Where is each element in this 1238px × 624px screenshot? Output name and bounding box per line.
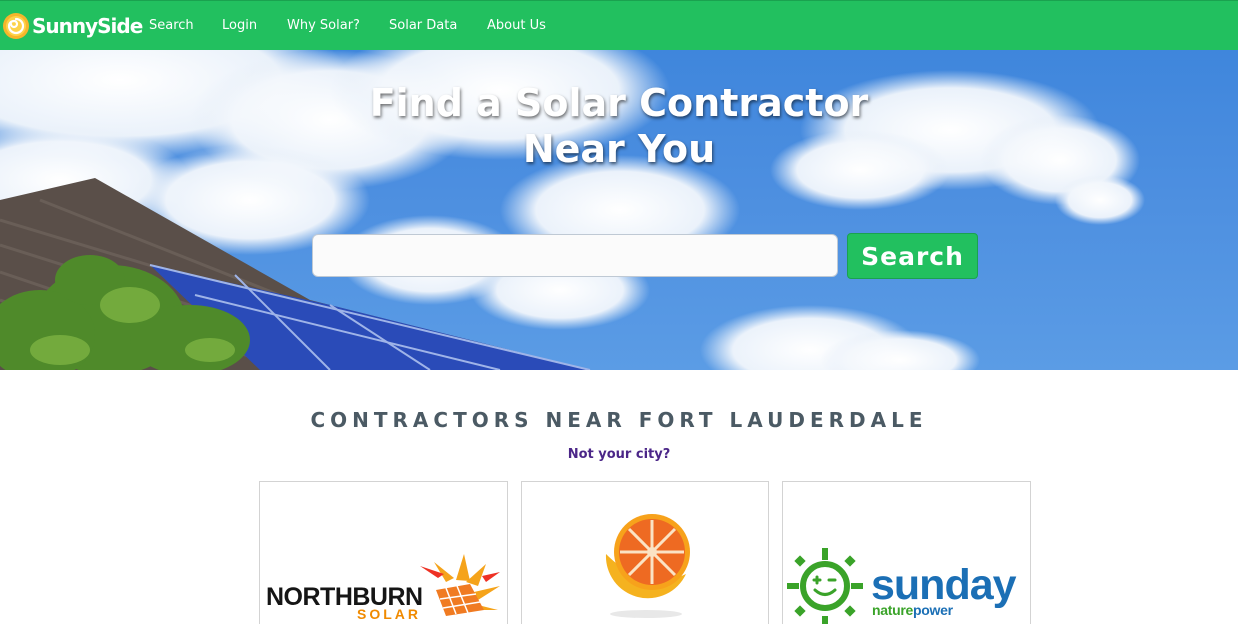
- nav-solar-data[interactable]: Solar Data: [389, 18, 457, 33]
- contractor-card-orange[interactable]: [521, 481, 769, 624]
- hero-title-line1: Find a Solar Contractor: [369, 81, 869, 125]
- sunday-tagline-nature: nature: [872, 602, 913, 618]
- contractor-card-northburn[interactable]: NORTHBURN SOLAR: [259, 481, 508, 624]
- contractors-heading: CONTRACTORS NEAR FORT LAUDERDALE: [310, 408, 928, 432]
- nav-search[interactable]: Search: [149, 18, 194, 33]
- brand-logo[interactable]: SunnySide: [2, 10, 143, 42]
- hero-title-line2: Near You: [522, 127, 716, 171]
- sunday-tagline-power: power: [913, 602, 953, 618]
- contractor-card-sunday[interactable]: sunday naturepower: [782, 481, 1031, 624]
- sun-swirl-logo-icon: [3, 13, 29, 39]
- orange-slice-logo-icon: [605, 514, 690, 618]
- brand-name: SunnySide: [32, 14, 143, 38]
- top-navbar: SunnySide Search Login Why Solar? Solar …: [0, 0, 1238, 50]
- nav-why-solar[interactable]: Why Solar?: [287, 18, 360, 33]
- hero-title: Find a Solar Contractor Near You: [0, 80, 1238, 172]
- hero-banner: Find a Solar Contractor Near You Search: [0, 50, 1238, 370]
- cloud-bottom: [700, 305, 980, 370]
- sunday-tagline: naturepower: [872, 602, 953, 618]
- northburn-sub: SOLAR: [357, 606, 421, 622]
- search-input[interactable]: [312, 234, 838, 277]
- nav-login[interactable]: Login: [222, 18, 257, 33]
- nav-about-us[interactable]: About Us: [487, 18, 546, 33]
- not-your-city-link[interactable]: Not your city?: [0, 447, 1238, 462]
- search-button[interactable]: Search: [847, 233, 978, 279]
